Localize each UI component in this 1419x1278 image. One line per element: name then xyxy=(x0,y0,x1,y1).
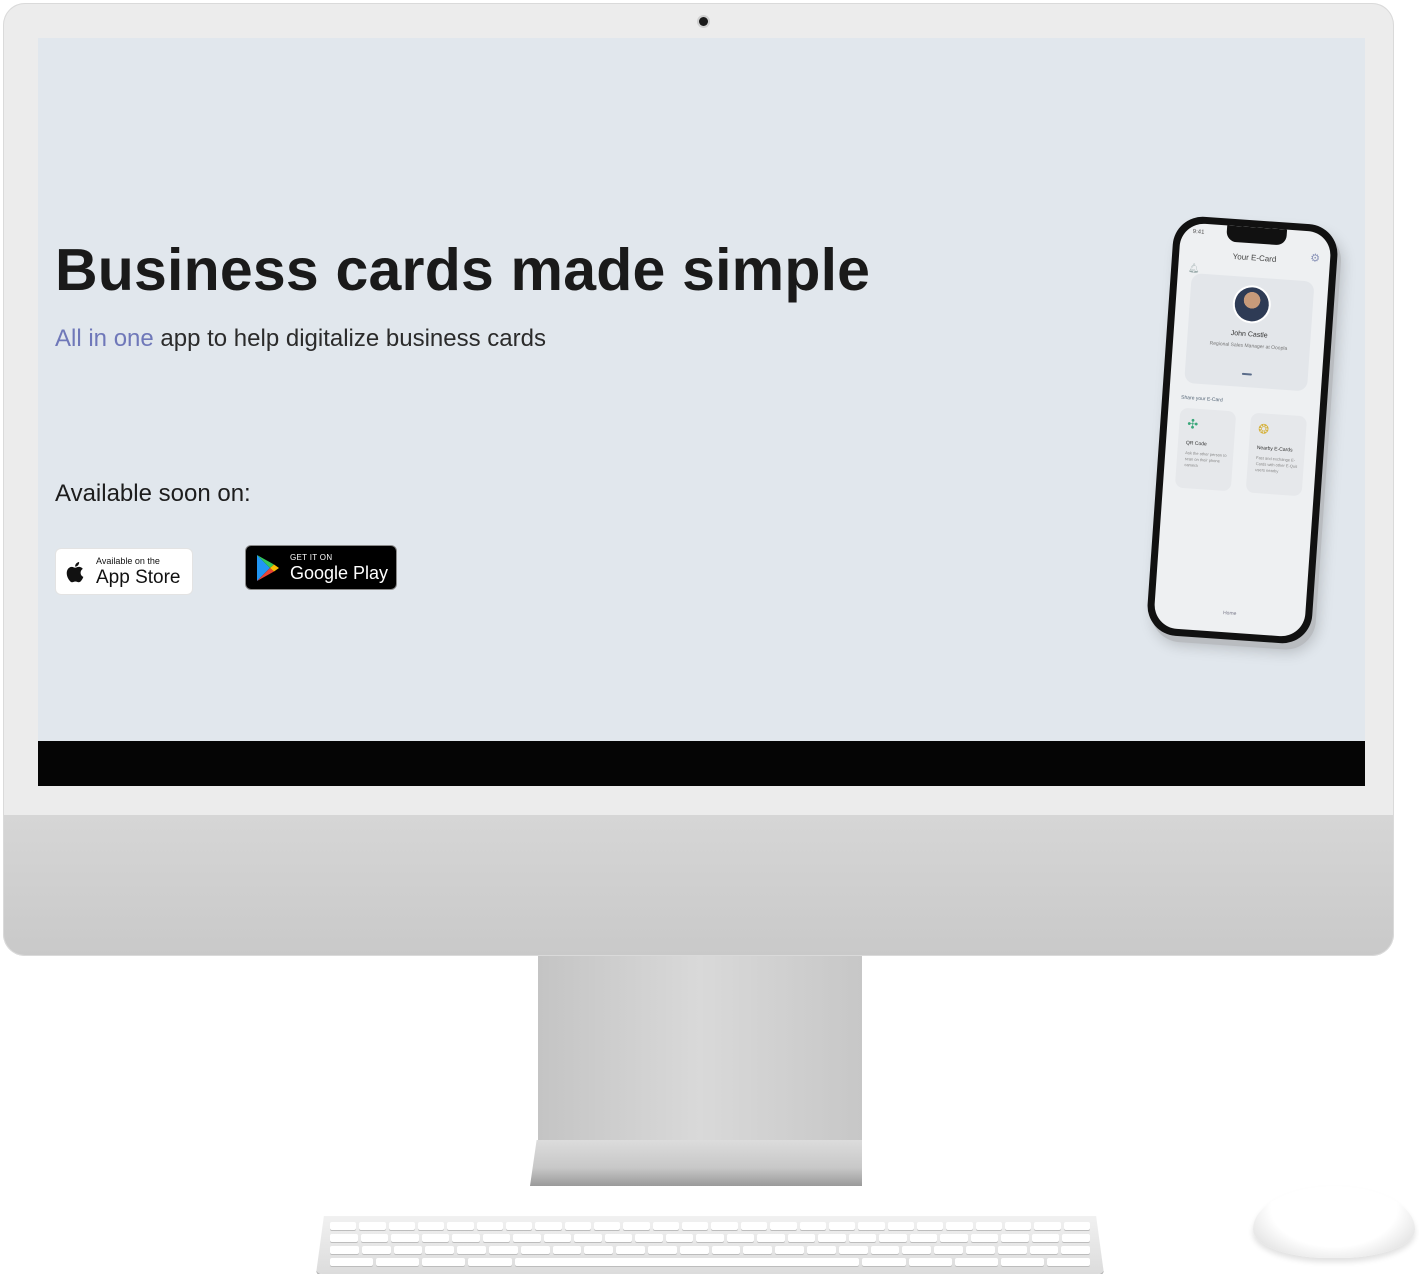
google-play-icon xyxy=(246,554,290,582)
app-store-button[interactable]: Available on the App Store xyxy=(55,548,193,595)
google-play-big: Google Play xyxy=(290,562,389,583)
apple-icon xyxy=(56,559,96,585)
google-play-small: GET IT ON xyxy=(290,552,333,562)
monitor-stand-foot xyxy=(530,1140,862,1186)
phone-mockup: 9:41 ⚙ Your E-Card 🔔︎ John Castle Region… xyxy=(1145,214,1340,646)
screen: Business cards made simple All in one ap… xyxy=(38,38,1365,786)
page-title: Business cards made simple xyxy=(55,237,871,303)
hero-subtitle: All in one app to help digitalize busine… xyxy=(55,325,546,353)
phone-nav-home: Home xyxy=(1222,610,1237,618)
monitor: Business cards made simple All in one ap… xyxy=(3,3,1394,956)
app-store-big: App Store xyxy=(96,566,181,588)
ecard: John Castle Regional Sales Manager at Oo… xyxy=(1184,273,1315,392)
tile-desc: Fast and exchange E-Cards with other E-Q… xyxy=(1255,455,1298,474)
share-label: Share your E-Card xyxy=(1180,394,1223,404)
nearby-ecards-tile: ❂ Nearby E-Cards Fast and exchange E-Car… xyxy=(1245,412,1308,497)
screen-bottom-bar xyxy=(38,741,1365,786)
subtitle-accent: All in one xyxy=(55,325,154,352)
available-label: Available soon on: xyxy=(55,480,251,507)
tile-title: Nearby E-Cards xyxy=(1256,445,1293,454)
mouse xyxy=(1253,1186,1415,1258)
monitor-stand xyxy=(538,956,862,1140)
phone-screen: 9:41 ⚙ Your E-Card 🔔︎ John Castle Region… xyxy=(1153,222,1332,638)
camera-icon xyxy=(699,17,708,26)
qr-code-icon: ✣ xyxy=(1186,416,1199,432)
carousel-indicator xyxy=(1241,372,1252,376)
tile-title: QR Code xyxy=(1185,440,1207,448)
phone-header: Your E-Card xyxy=(1232,251,1277,264)
avatar xyxy=(1233,286,1270,323)
app-store-small: Available on the xyxy=(96,555,160,566)
phone-time: 9:41 xyxy=(1192,229,1205,236)
subtitle-rest: app to help digitalize business cards xyxy=(153,325,546,352)
bell-icon: 🔔︎ xyxy=(1187,262,1200,274)
qr-code-tile: ✣ QR Code Ask the other person to scan o… xyxy=(1174,407,1237,492)
keyboard xyxy=(316,1216,1104,1274)
google-play-button[interactable]: GET IT ON Google Play xyxy=(245,545,397,590)
tile-desc: Ask the other person to scan on their ph… xyxy=(1184,450,1227,468)
nearby-icon: ❂ xyxy=(1257,421,1270,437)
phone-notch xyxy=(1225,225,1287,246)
